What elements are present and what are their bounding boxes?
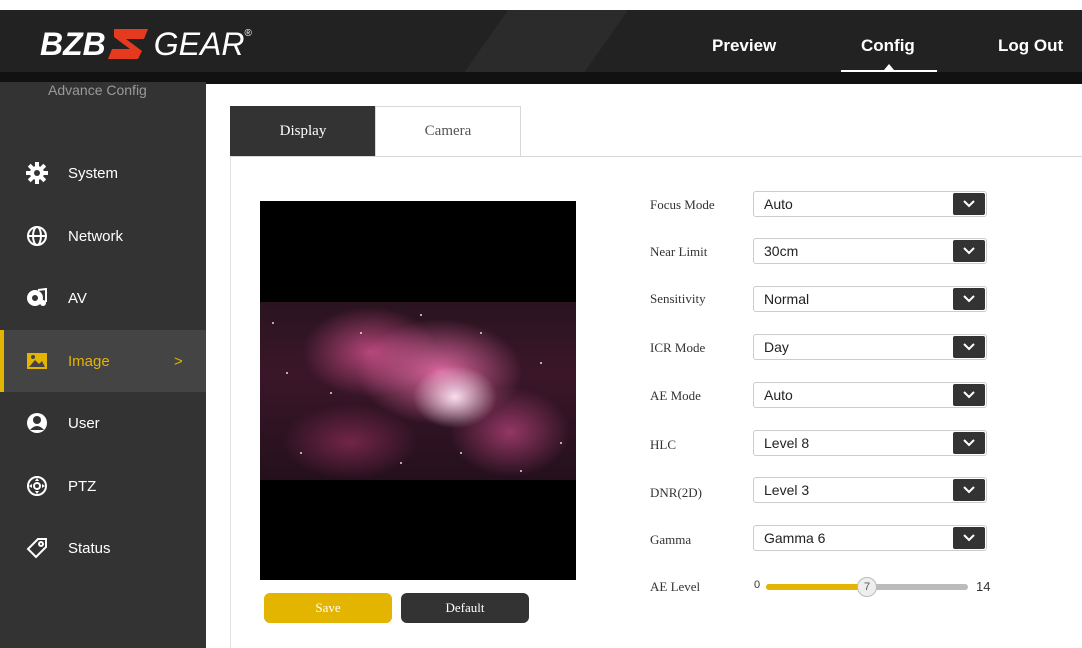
chevron-down-icon <box>953 336 985 358</box>
icr-mode-select[interactable]: Day <box>753 334 987 360</box>
focus-mode-label: Focus Mode <box>650 197 715 212</box>
select-value: Normal <box>764 291 810 307</box>
ae-mode-select[interactable]: Auto <box>753 382 987 408</box>
music-icon <box>26 287 48 309</box>
tab-camera[interactable]: Camera <box>375 106 521 156</box>
ae-level-slider-thumb[interactable]: 7 <box>857 577 877 597</box>
select-value: Gamma 6 <box>764 530 826 546</box>
select-value: 30cm <box>764 243 799 259</box>
ae-level-slider-fill <box>766 584 867 590</box>
sensitivity-select[interactable]: Normal <box>753 286 987 312</box>
ae-level-slider[interactable]: 7 <box>766 577 968 597</box>
sidebar-item-label: Status <box>68 539 111 557</box>
sidebar-item-label: User <box>68 414 100 432</box>
content-left-border <box>230 156 231 648</box>
chevron-down-icon <box>953 432 985 454</box>
select-value: Day <box>764 339 789 355</box>
sidebar-item-av[interactable]: AV <box>0 267 206 329</box>
sidebar-item-label: AV <box>68 289 87 307</box>
gamma-label: Gamma <box>650 532 692 547</box>
ae-level-label: AE Level <box>650 579 701 594</box>
tab-divider <box>230 156 1082 157</box>
near-limit-label: Near Limit <box>650 244 708 259</box>
brand-logo: BZB GEAR ® <box>40 24 252 64</box>
select-value: Auto <box>764 387 793 403</box>
user-icon <box>26 412 48 434</box>
sidebar-item-status[interactable]: Status <box>0 517 206 579</box>
ae-mode-label: AE Mode <box>650 388 701 403</box>
near-limit-select[interactable]: 30cm <box>753 238 987 264</box>
ptz-icon <box>26 475 48 497</box>
gamma-select[interactable]: Gamma 6 <box>753 525 987 551</box>
sidebar-item-label: Network <box>68 227 124 245</box>
chevron-right-icon: > <box>174 352 183 370</box>
sidebar-item-user[interactable]: User <box>0 392 206 454</box>
hlc-label: HLC <box>650 437 676 452</box>
preview-nebula-image <box>260 302 576 480</box>
focus-mode-select[interactable]: Auto <box>753 191 987 217</box>
hlc-select[interactable]: Level 8 <box>753 430 987 456</box>
gear-icon <box>26 162 48 184</box>
dnr-2d-label: DNR(2D) <box>650 485 702 500</box>
chevron-down-icon <box>953 240 985 262</box>
logo-mark-icon <box>107 29 148 59</box>
sidebar-title: Advance Config <box>48 82 147 98</box>
sidebar-item-label: Image <box>68 352 110 370</box>
chevron-down-icon <box>953 288 985 310</box>
select-value: Auto <box>764 196 793 212</box>
chevron-down-icon <box>953 384 985 406</box>
select-value: Level 8 <box>764 435 810 451</box>
ae-level-min: 0 <box>754 579 761 591</box>
logo-text-left: BZB <box>40 25 106 62</box>
ae-level-max: 14 <box>976 579 991 594</box>
sidebar-item-image[interactable]: Image > <box>0 330 206 392</box>
nav-active-caret-icon <box>884 64 894 70</box>
sidebar-item-label: System <box>68 164 119 182</box>
sensitivity-label: Sensitivity <box>650 291 706 306</box>
globe-icon <box>26 225 48 247</box>
sidebar-item-label: PTZ <box>68 477 97 495</box>
save-button[interactable]: Save <box>264 593 392 623</box>
logo-registered-mark: ® <box>244 28 252 39</box>
video-preview <box>260 201 576 580</box>
sidebar-item-ptz[interactable]: PTZ <box>0 455 206 517</box>
image-icon <box>26 350 48 372</box>
sidebar-item-system[interactable]: System <box>0 142 206 204</box>
dnr-2d-select[interactable]: Level 3 <box>753 477 987 503</box>
tab-display[interactable]: Display <box>230 106 376 156</box>
default-button[interactable]: Default <box>401 593 529 623</box>
icr-mode-label: ICR Mode <box>650 340 706 355</box>
sidebar-item-network[interactable]: Network <box>0 205 206 267</box>
chevron-down-icon <box>953 527 985 549</box>
sidebar: Advance Config System Network AV Image >… <box>0 82 206 648</box>
tag-icon <box>26 537 48 559</box>
logo-text-right: GEAR <box>153 25 245 62</box>
chevron-down-icon <box>953 193 985 215</box>
chevron-down-icon <box>953 479 985 501</box>
select-value: Level 3 <box>764 482 810 498</box>
